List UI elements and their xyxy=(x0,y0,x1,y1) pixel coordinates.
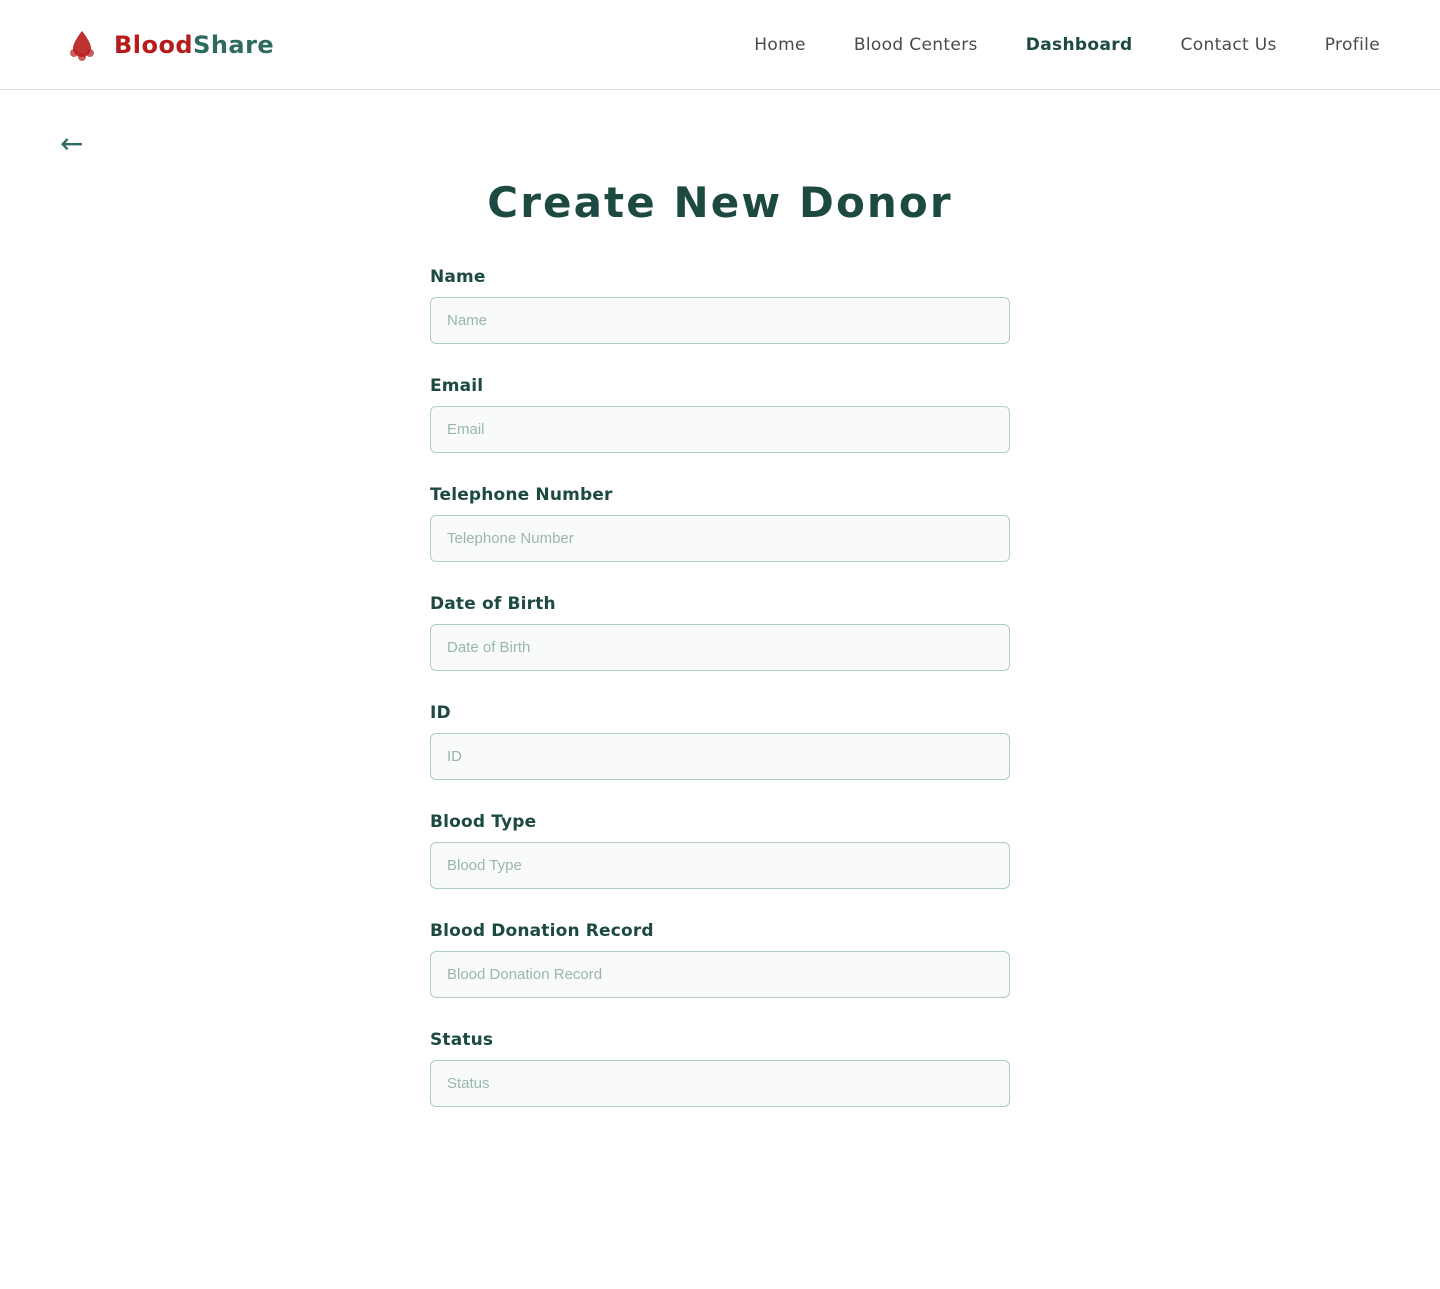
telephone-field-group: Telephone Number xyxy=(430,485,1010,562)
nav-links: Home Blood Centers Dashboard Contact Us … xyxy=(754,35,1380,55)
blood-donation-record-input[interactable] xyxy=(430,951,1010,998)
name-input[interactable] xyxy=(430,297,1010,344)
nav-home[interactable]: Home xyxy=(754,35,806,55)
status-field-group: Status xyxy=(430,1030,1010,1107)
dob-input[interactable] xyxy=(430,624,1010,671)
blood-type-label: Blood Type xyxy=(430,812,1010,832)
status-input[interactable] xyxy=(430,1060,1010,1107)
name-field-group: Name xyxy=(430,267,1010,344)
telephone-label: Telephone Number xyxy=(430,485,1010,505)
nav-blood-centers[interactable]: Blood Centers xyxy=(854,35,978,55)
blood-type-input[interactable] xyxy=(430,842,1010,889)
blood-donation-record-field-group: Blood Donation Record xyxy=(430,921,1010,998)
blood-type-field-group: Blood Type xyxy=(430,812,1010,889)
name-label: Name xyxy=(430,267,1010,287)
main-nav: BloodShare Home Blood Centers Dashboard … xyxy=(0,0,1440,90)
blood-donation-record-label: Blood Donation Record xyxy=(430,921,1010,941)
telephone-input[interactable] xyxy=(430,515,1010,562)
email-field-group: Email xyxy=(430,376,1010,453)
nav-dashboard[interactable]: Dashboard xyxy=(1026,35,1133,55)
id-input[interactable] xyxy=(430,733,1010,780)
back-button[interactable]: ← xyxy=(60,130,83,158)
logo-blood-text: Blood xyxy=(114,31,193,59)
page-title: Create New Donor xyxy=(60,178,1380,227)
logo-share-text: Share xyxy=(193,31,274,59)
page-content: ← Create New Donor Name Email Telephone … xyxy=(0,90,1440,1219)
status-label: Status xyxy=(430,1030,1010,1050)
create-donor-form: Name Email Telephone Number Date of Birt… xyxy=(430,267,1010,1107)
dob-label: Date of Birth xyxy=(430,594,1010,614)
id-label: ID xyxy=(430,703,1010,723)
email-label: Email xyxy=(430,376,1010,396)
logo: BloodShare xyxy=(60,23,274,67)
email-input[interactable] xyxy=(430,406,1010,453)
nav-contact-us[interactable]: Contact Us xyxy=(1181,35,1277,55)
id-field-group: ID xyxy=(430,703,1010,780)
nav-profile[interactable]: Profile xyxy=(1325,35,1380,55)
logo-icon xyxy=(60,23,104,67)
dob-field-group: Date of Birth xyxy=(430,594,1010,671)
